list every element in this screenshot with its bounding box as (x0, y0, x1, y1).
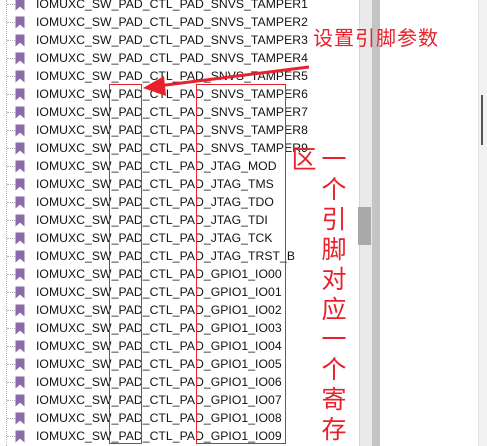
arrow-note: 设置引脚参数 (313, 26, 439, 50)
annotation-arrow (143, 65, 310, 96)
side-note: 一个引脚对应一个寄存区 (288, 146, 347, 446)
arrow-shaft (157, 65, 310, 88)
arrow-head (143, 76, 166, 96)
